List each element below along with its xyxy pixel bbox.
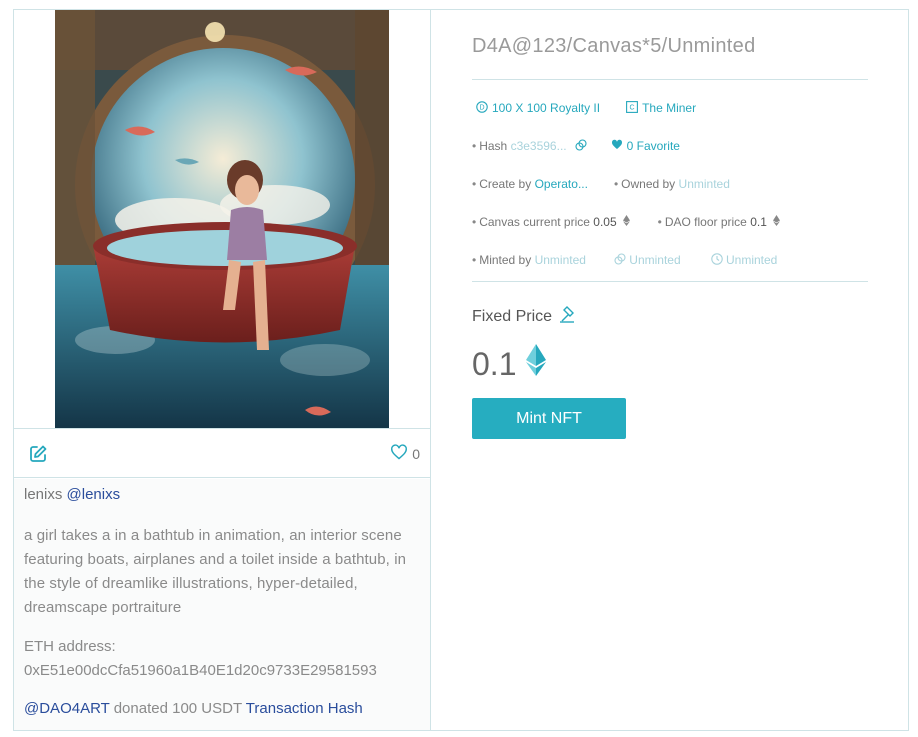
nft-title: D4A@123/Canvas*5/Unminted <box>472 35 756 57</box>
link-value: Unminted <box>629 253 681 267</box>
nft-detail-card: 0 lenixs @lenixs a girl takes a in a bat… <box>13 9 909 731</box>
create-label: Create by <box>479 177 532 191</box>
auction-hammer-icon <box>558 305 576 328</box>
link-icon <box>614 252 626 268</box>
like-button[interactable]: 0 <box>390 443 420 465</box>
favorite-count: 0 Favorite <box>626 139 680 153</box>
creator-link[interactable]: Operato... <box>535 177 588 191</box>
copy-icon[interactable] <box>575 138 587 154</box>
owned-label: Owned by <box>621 177 676 191</box>
artwork-panel: 0 lenixs @lenixs a girl takes a in a bat… <box>14 10 431 730</box>
author-handle-link[interactable]: @lenixs <box>67 486 121 503</box>
miner-tag[interactable]: C The Miner <box>626 100 697 116</box>
fixed-price-heading: Fixed Price <box>472 305 576 328</box>
artwork-description: a girl takes a in a bathtub in animation… <box>24 527 407 616</box>
hash-row: • Hash c3e3596... 0 Favorite <box>472 138 680 154</box>
hash-value: c3e3596... <box>510 139 567 153</box>
favorite-button[interactable]: 0 Favorite <box>611 139 680 153</box>
artwork-image[interactable] <box>55 10 389 428</box>
hash-label: Hash <box>479 139 508 153</box>
canvas-price-label: Canvas current price <box>479 215 590 229</box>
mint-nft-button[interactable]: Mint NFT <box>472 398 626 439</box>
divider <box>472 281 868 282</box>
price-info-row: • Canvas current price 0.05 • DAO floor pr… <box>472 214 780 230</box>
ethereum-icon <box>526 344 547 384</box>
transaction-hash-link[interactable]: Transaction Hash <box>246 700 363 717</box>
price-value: 0.1 <box>472 345 517 382</box>
eth-address-label: ETH address: <box>24 638 116 655</box>
author-line: lenixs @lenixs <box>24 485 420 505</box>
clock-icon <box>710 252 723 268</box>
donation-text: donated 100 USDT <box>113 700 242 717</box>
royalty-tag[interactable]: D 100 X 100 Royalty II <box>476 100 601 116</box>
author-name: lenixs <box>24 486 63 503</box>
svg-text:C: C <box>630 104 635 111</box>
eth-address-value: 0xE51e00dcCfa51960a1B40E1d20c9733E295815… <box>24 662 377 679</box>
fixed-price-label: Fixed Price <box>472 307 553 325</box>
owner-value: Unminted <box>678 177 730 191</box>
nft-details-panel: D4A@123/Canvas*5/Unminted D 100 X 100 Ro… <box>432 10 908 730</box>
donation-line: @DAO4ART donated 100 USDT Transaction Ha… <box>24 699 420 719</box>
miner-tag-label: The Miner <box>642 101 697 115</box>
heart-filled-icon <box>611 139 623 153</box>
divider <box>472 79 868 80</box>
like-count: 0 <box>412 446 420 462</box>
dao-floor-label: DAO floor price <box>664 215 747 229</box>
canvas-price-value: 0.05 <box>593 215 617 229</box>
royalty-tag-label: 100 X 100 Royalty II <box>492 101 601 115</box>
artwork-action-bar: 0 <box>14 428 430 478</box>
tags-row: D 100 X 100 Royalty II C The Miner <box>472 100 696 116</box>
svg-text:D: D <box>479 104 484 111</box>
eth-icon <box>622 215 630 229</box>
c-square-icon: C <box>626 100 639 116</box>
time-value: Unminted <box>725 253 778 267</box>
minted-row: • Minted by Unminted Unminted Unminted <box>472 252 778 268</box>
minted-label: Minted by <box>479 253 532 267</box>
creator-row: • Create by Operato... • Owned by Unminted <box>472 177 730 191</box>
d-circle-icon: D <box>476 100 488 116</box>
artwork-info: lenixs @lenixs a girl takes a in a batht… <box>14 479 430 730</box>
dao-floor-value: 0.1 <box>750 215 767 229</box>
eth-icon <box>772 215 780 229</box>
donor-link[interactable]: @DAO4ART <box>24 700 110 717</box>
minted-value: Unminted <box>534 253 586 267</box>
heart-outline-icon <box>390 443 408 465</box>
price-display: 0.1 <box>472 344 547 384</box>
edit-icon[interactable] <box>28 444 48 464</box>
